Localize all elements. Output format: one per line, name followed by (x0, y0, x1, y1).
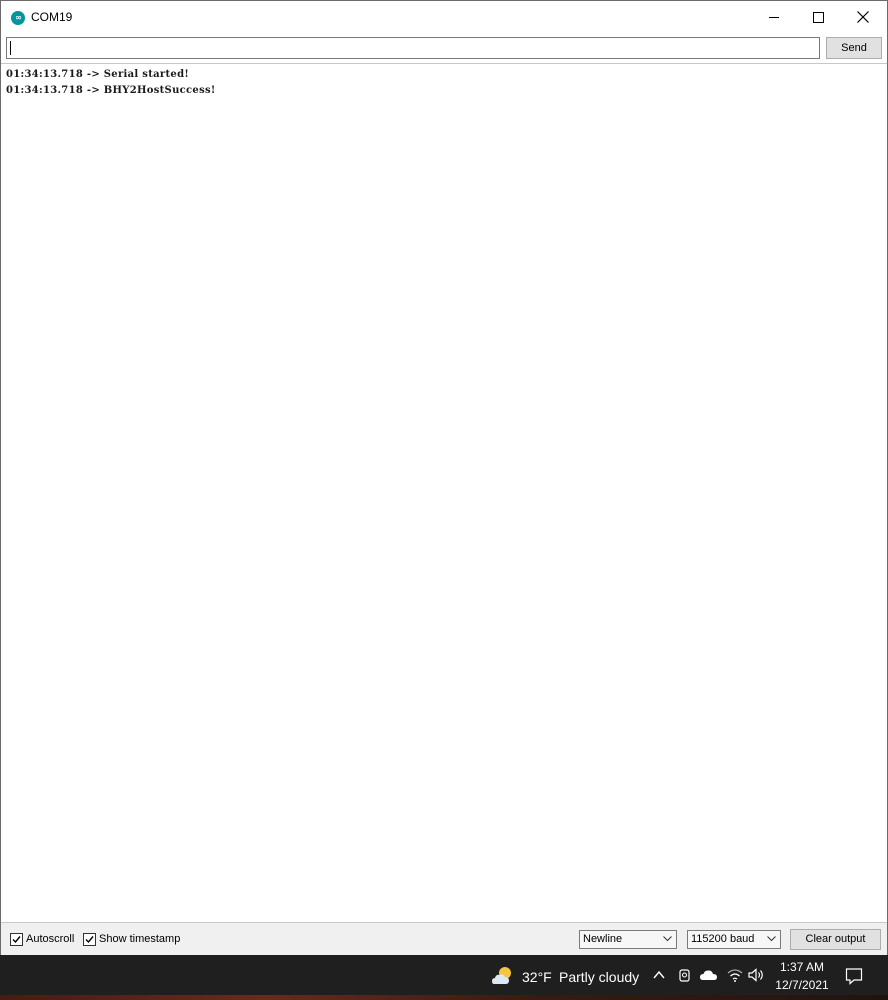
line-ending-select[interactable]: Newline (579, 930, 677, 949)
checkmark-icon (12, 936, 21, 944)
chevron-down-icon (767, 936, 776, 942)
bottom-bar: Autoscroll Show timestamp Newline 115200… (1, 922, 887, 956)
output-line: 01:34:13.718 -> Serial started! (6, 69, 190, 80)
serial-output[interactable]: 01:34:13.718 -> Serial started! 01:34:13… (1, 64, 887, 922)
autoscroll-checkbox[interactable] (10, 933, 23, 946)
window-title: COM19 (31, 10, 73, 24)
onedrive-cloud-icon[interactable] (700, 968, 718, 982)
maximize-icon (813, 12, 824, 23)
weather-condition[interactable]: Partly cloudy (559, 969, 639, 985)
chevron-down-icon (663, 936, 672, 942)
notification-center-icon[interactable] (845, 967, 863, 985)
close-button[interactable] (840, 1, 886, 34)
output-line: 01:34:13.718 -> BHY2HostSuccess! (6, 85, 216, 96)
title-bar[interactable]: ∞ COM19 (1, 0, 887, 34)
meet-now-icon[interactable] (678, 968, 692, 984)
minimize-icon (769, 17, 779, 18)
partly-cloudy-weather-icon[interactable] (490, 964, 516, 988)
weather-temperature[interactable]: 32°F (522, 969, 552, 985)
volume-icon[interactable] (748, 968, 766, 982)
minimize-button[interactable] (751, 1, 797, 34)
taskbar-bottom-edge (0, 995, 888, 1000)
serial-monitor-window: ∞ COM19 Send 01:34:13.718 -> Serial star… (0, 0, 888, 956)
text-caret (10, 41, 11, 55)
taskbar: 32°F Partly cloudy 1:37 AM 12/7/2021 (0, 955, 888, 1000)
close-icon (857, 11, 869, 23)
baud-rate-value: 115200 baud (691, 933, 755, 945)
checkmark-icon (85, 936, 94, 944)
maximize-button[interactable] (795, 1, 841, 34)
send-button[interactable]: Send (826, 37, 882, 59)
autoscroll-label[interactable]: Autoscroll (26, 933, 74, 945)
line-ending-value: Newline (583, 933, 623, 945)
clear-output-button[interactable]: Clear output (790, 929, 881, 950)
chevron-up-icon[interactable] (652, 968, 666, 982)
send-input[interactable] (6, 37, 820, 59)
show-timestamp-label[interactable]: Show timestamp (99, 933, 180, 945)
show-timestamp-checkbox[interactable] (83, 933, 96, 946)
arduino-icon: ∞ (11, 11, 25, 25)
clock-time[interactable]: 1:37 AM (779, 960, 825, 974)
clock-date[interactable]: 12/7/2021 (774, 978, 830, 992)
wifi-icon[interactable] (727, 968, 743, 982)
baud-rate-select[interactable]: 115200 baud (687, 930, 781, 949)
